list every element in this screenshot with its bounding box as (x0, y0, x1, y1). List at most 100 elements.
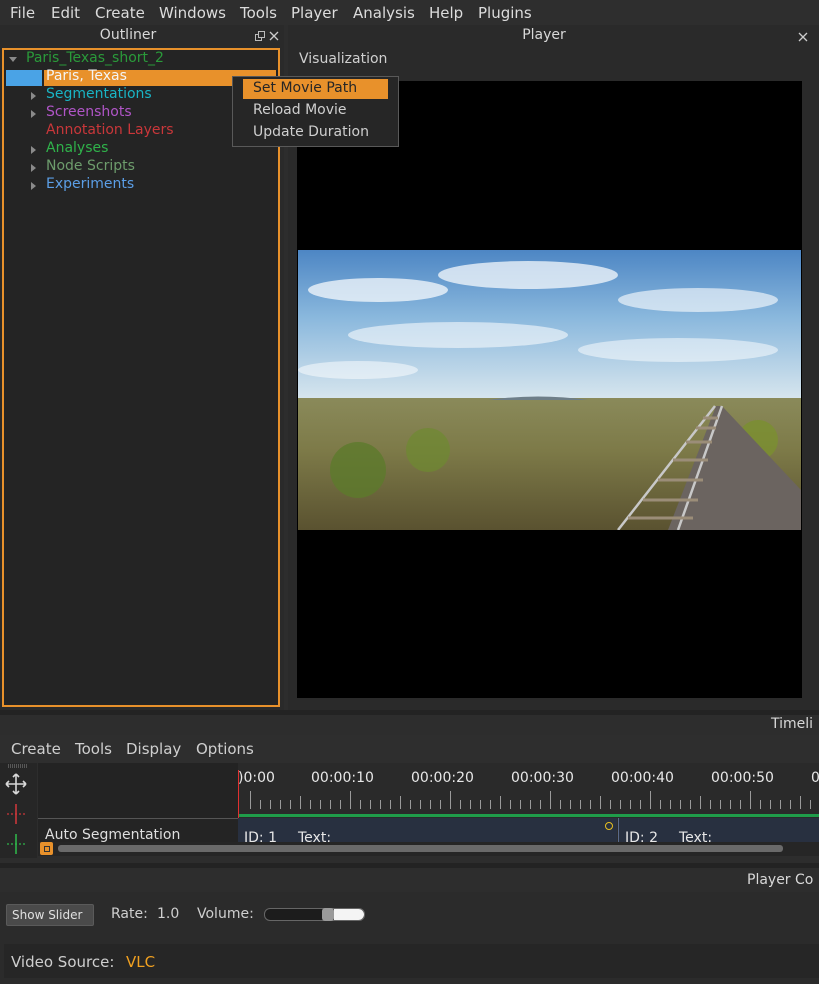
ruler-tick (520, 800, 521, 809)
ruler-tick (530, 800, 531, 809)
ruler-tick (660, 800, 661, 809)
ruler-tick (510, 800, 511, 809)
timeline-menu-bar: Create Tools Display Options (0, 735, 819, 763)
ruler-tick (550, 791, 551, 809)
ruler-tick (250, 791, 251, 809)
ruler-tick (430, 800, 431, 809)
video-source-bar: Video Source: VLC (4, 944, 819, 978)
ruler-tick (670, 800, 671, 809)
menu-bar: File Edit Create Windows Tools Player An… (0, 0, 819, 25)
player-controls-title: Player Co (747, 872, 814, 888)
ruler-tick (420, 800, 421, 809)
tab-visualization[interactable]: Visualization (299, 51, 387, 67)
segment-1[interactable]: ID: 1 Text: (238, 818, 617, 842)
volume-label: Volume: (197, 906, 254, 922)
track-header[interactable]: Auto Segmentation (38, 818, 238, 843)
tree-root[interactable]: Paris_Texas_short_2 (26, 50, 164, 66)
menu-analysis[interactable]: Analysis (353, 4, 415, 22)
scroll-track (58, 845, 783, 852)
ruler-tick (750, 791, 751, 809)
timeline-ruler[interactable]: )0:00 00:00:10 00:00:20 00:00:30 00:00:4… (238, 763, 819, 818)
ruler-tick (700, 796, 701, 809)
ruler-tick (570, 800, 571, 809)
ruler-tick (690, 800, 691, 809)
timeline-menu-create[interactable]: Create (11, 740, 61, 758)
add-segment-icon[interactable] (5, 833, 27, 855)
grip-icon[interactable] (8, 764, 28, 768)
timeline-scrollbar[interactable] (38, 842, 819, 856)
ruler-tick (260, 800, 261, 809)
ruler-tick (310, 800, 311, 809)
tree-item-annotation-layers[interactable]: Annotation Layers (46, 122, 174, 138)
ruler-tick (490, 800, 491, 809)
split-icon[interactable] (5, 803, 27, 825)
track-name: Auto Segmentation (45, 827, 181, 843)
player-controls-panel: Show Slider Rate: 1.0 Volume: Video Sour… (0, 892, 819, 984)
show-slider-button[interactable]: Show Slider (6, 904, 94, 926)
ruler-tick (600, 796, 601, 809)
rate-value[interactable]: 1.0 (157, 906, 179, 922)
menu-file[interactable]: File (10, 4, 35, 22)
menu-edit[interactable]: Edit (51, 4, 80, 22)
ruler-tick (790, 800, 791, 809)
tree-item-node-scripts[interactable]: Node Scripts (46, 158, 135, 174)
close-icon[interactable] (798, 30, 808, 42)
ruler-tick (300, 796, 301, 809)
volume-slider-knob[interactable] (322, 908, 334, 921)
ruler-tick (500, 796, 501, 809)
close-icon[interactable] (269, 29, 279, 41)
tree-item-segmentations[interactable]: Segmentations (46, 86, 152, 102)
float-icon[interactable] (255, 29, 265, 41)
ruler-tick (270, 800, 271, 809)
ruler-tick (540, 800, 541, 809)
segment-text: Text: (298, 830, 332, 842)
menu-item-reload-movie[interactable]: Reload Movie (253, 102, 347, 118)
menu-help[interactable]: Help (429, 4, 463, 22)
video-frame-image (298, 250, 801, 530)
segment-2[interactable]: ID: 2 Text: (618, 818, 819, 842)
expand-down-icon[interactable] (9, 57, 17, 62)
dock-separator (0, 710, 819, 715)
show-slider-label: Show Slider (12, 908, 83, 922)
ruler-tick (320, 800, 321, 809)
ruler-tick (360, 800, 361, 809)
menu-windows[interactable]: Windows (159, 4, 226, 22)
menu-create[interactable]: Create (95, 4, 145, 22)
tree-item-analyses[interactable]: Analyses (46, 140, 108, 156)
timeline-menu-tools[interactable]: Tools (75, 740, 112, 758)
selection-marker (6, 70, 42, 86)
ruler-tick (810, 800, 811, 809)
scroll-handle[interactable] (40, 842, 53, 855)
timeline-title: Timeli (771, 716, 814, 732)
expand-right-icon[interactable] (31, 146, 36, 154)
ruler-tick (440, 800, 441, 809)
menu-plugins[interactable]: Plugins (478, 4, 532, 22)
tree-item-screenshots[interactable]: Screenshots (46, 104, 132, 120)
ruler-tick (610, 800, 611, 809)
expand-right-icon[interactable] (31, 164, 36, 172)
segmentation-track[interactable]: ID: 1 Text: ID: 2 Text: (238, 818, 819, 842)
ruler-tick (590, 800, 591, 809)
marker-icon[interactable] (605, 822, 613, 830)
scroll-handle-grip-icon (44, 846, 50, 852)
move-icon[interactable] (5, 773, 27, 795)
menu-tools[interactable]: Tools (240, 4, 277, 22)
video-viewport[interactable] (297, 81, 802, 698)
ruler-tick (680, 800, 681, 809)
ruler-tick (380, 800, 381, 809)
ruler-tick (730, 800, 731, 809)
ruler-tick (620, 800, 621, 809)
player-title: Player (522, 27, 566, 43)
menu-player[interactable]: Player (291, 4, 338, 22)
menu-item-set-movie-path[interactable]: Set Movie Path (253, 80, 357, 96)
expand-right-icon[interactable] (31, 182, 36, 190)
expand-right-icon[interactable] (31, 110, 36, 118)
tree-item-experiments[interactable]: Experiments (46, 176, 134, 192)
menu-item-update-duration[interactable]: Update Duration (253, 124, 369, 140)
expand-right-icon[interactable] (31, 92, 36, 100)
timeline-menu-display[interactable]: Display (126, 740, 181, 758)
ruler-tick (580, 800, 581, 809)
timeline-menu-options[interactable]: Options (196, 740, 254, 758)
volume-slider[interactable] (264, 908, 365, 921)
video-source-value[interactable]: VLC (126, 953, 155, 971)
